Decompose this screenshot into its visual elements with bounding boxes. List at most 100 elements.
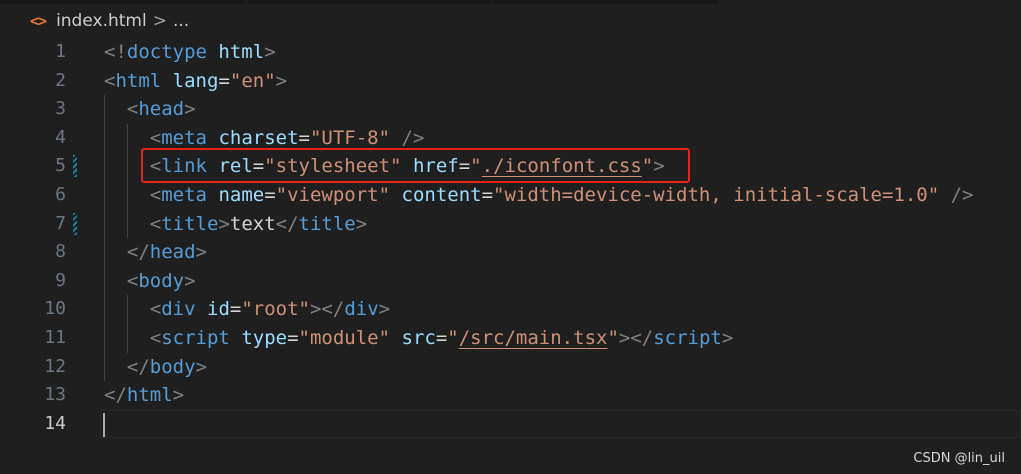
punctuation: /> (950, 184, 974, 206)
plain-text: = (229, 298, 242, 321)
punctuation: < (149, 327, 162, 349)
line-number: 6 (55, 184, 66, 205)
code-line[interactable]: 1 <!doctype html> (0, 38, 1021, 67)
line-number: 3 (55, 98, 66, 120)
line-number: 2 (55, 69, 66, 91)
file-link[interactable]: /src/main.tsx (459, 327, 608, 349)
punctuation: < (126, 98, 139, 121)
code-editor[interactable]: 1 <!doctype html> 2 <html lang="en"> 3 <head… (0, 38, 1021, 474)
tag-name: div (161, 298, 196, 321)
indent-guide (127, 123, 128, 239)
tag-name: title (161, 212, 219, 235)
punctuation: ></ (618, 327, 654, 349)
modified-line-indicator[interactable] (73, 212, 77, 235)
punctuation: > (195, 241, 207, 264)
code-content: </body> (104, 353, 207, 382)
plain-text: = (218, 69, 230, 92)
code-content: </head> (104, 238, 207, 267)
code-content: </html> (104, 381, 184, 410)
plain-text (104, 241, 127, 263)
plain-text (196, 298, 207, 320)
plain-text: = (298, 126, 310, 149)
text-cursor (103, 412, 105, 437)
punctuation: > (184, 269, 196, 292)
code-line[interactable]: 8 </head> (0, 238, 1021, 267)
breadcrumb-more[interactable]: ... (173, 11, 189, 31)
punctuation: > (378, 298, 391, 321)
tab-strip (0, 0, 1021, 4)
code-line[interactable]: 11 <script type="module" src="/src/main.… (0, 324, 1021, 353)
attribute-name: id (207, 298, 230, 321)
punctuation: /> (401, 126, 425, 149)
tag-name: title (298, 212, 356, 235)
punctuation: < (149, 298, 162, 321)
tag-name: doctype (126, 41, 207, 63)
line-number: 14 (44, 412, 66, 434)
line-number: 4 (55, 126, 66, 148)
tag-name: head (149, 241, 196, 264)
html-file-icon: <> (30, 12, 47, 30)
tag-name: body (149, 355, 196, 378)
attribute-name: name (218, 184, 265, 206)
string-value: "viewport" (275, 184, 391, 206)
plain-text: text (229, 212, 276, 235)
modified-line-indicator[interactable] (73, 155, 77, 178)
indent-guide (104, 95, 105, 382)
punctuation: </ (275, 212, 299, 235)
punctuation: > (218, 212, 230, 235)
tab-strip-segment (0, 0, 245, 4)
punctuation: </ (126, 241, 150, 264)
code-line[interactable]: 13 </html> (0, 381, 1021, 410)
code-line[interactable]: 2 <html lang="en"> (0, 67, 1021, 96)
string-value: "en" (229, 69, 276, 92)
punctuation: </ (104, 384, 127, 407)
plain-text (390, 327, 401, 349)
plain-text: = (264, 184, 276, 206)
string-value: " (447, 327, 459, 349)
chevron-right-icon: > (152, 11, 167, 31)
punctuation: > (721, 327, 734, 349)
string-value: " (607, 327, 619, 349)
code-line[interactable]: 7 <title>text</title> (0, 210, 1021, 239)
breadcrumb-file[interactable]: index.html (56, 11, 147, 31)
tag-name: script (653, 327, 722, 349)
string-value: "UTF-8" (309, 126, 391, 149)
attribute-name: lang (172, 69, 219, 92)
plain-text (207, 127, 218, 149)
string-value: "root" (241, 298, 310, 321)
plain-text (104, 356, 127, 378)
code-content: <script type="module" src="/src/main.tsx… (104, 324, 734, 353)
code-line[interactable]: 6 <meta name="viewport" content="width=d… (0, 181, 1021, 210)
breadcrumb-bar: <> index.html > ... (0, 0, 1021, 40)
punctuation: < (149, 184, 162, 206)
tag-name: meta (161, 126, 207, 149)
line-number: 1 (55, 41, 66, 62)
tag-name: html (126, 384, 173, 407)
punctuation: > (195, 355, 207, 378)
tag-name: head (138, 98, 185, 121)
line-number: 7 (55, 212, 66, 234)
plain-text: = (435, 327, 448, 349)
tab-strip-segment (247, 0, 491, 4)
attribute-name: charset (218, 126, 299, 149)
plain-text (207, 41, 218, 63)
line-number: 10 (44, 298, 66, 320)
attribute-name: html (218, 41, 265, 63)
punctuation: < (149, 126, 162, 149)
code-content: <title>text</title> (104, 210, 367, 239)
punctuation: < (126, 269, 139, 292)
plain-text (207, 184, 218, 206)
code-line[interactable]: 12 </body> (0, 353, 1021, 382)
attribute-name: type (241, 327, 288, 349)
code-line[interactable]: 3 <head> (0, 95, 1021, 124)
tab-strip-segment (493, 0, 717, 4)
tag-name: div (344, 298, 379, 321)
code-line[interactable]: 9 <body> (0, 267, 1021, 296)
tag-name: script (161, 327, 230, 349)
line-number: 13 (44, 384, 66, 406)
punctuation: > (355, 212, 368, 235)
code-line[interactable]: 10 <div id="root"></div> (0, 295, 1021, 324)
code-line[interactable]: 14 (0, 410, 1021, 439)
tag-name: body (138, 269, 185, 292)
plain-text (104, 98, 127, 120)
